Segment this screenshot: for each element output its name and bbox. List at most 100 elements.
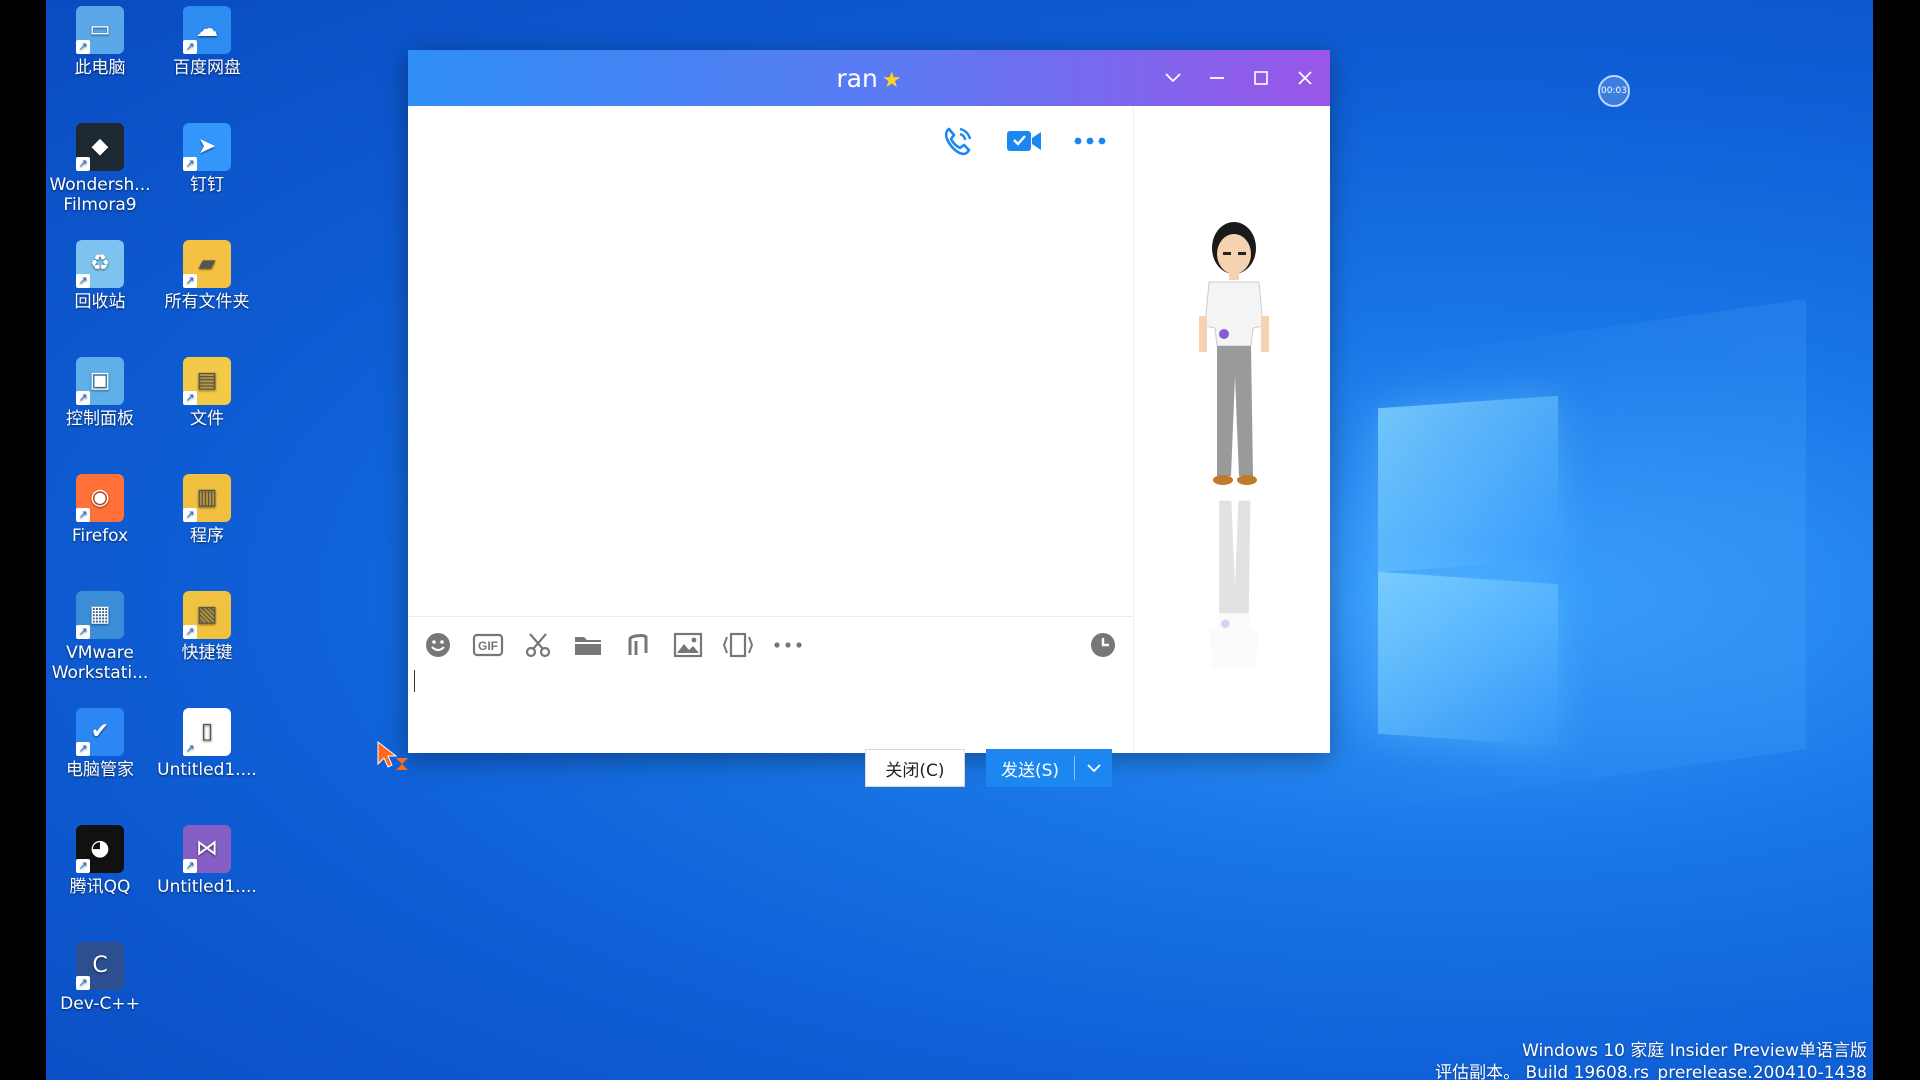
- chat-window: ran ★ GIF 关闭(C) 发送(S): [408, 50, 1331, 787]
- send-options-button[interactable]: [1075, 763, 1112, 773]
- chevron-down-icon: [1165, 73, 1181, 83]
- desktop-icon[interactable]: ▰ ↗ 所有文件夹: [153, 240, 261, 312]
- desktop-icon[interactable]: ♻ ↗ 回收站: [46, 240, 154, 312]
- desktop-icon[interactable]: ◉ ↗ Firefox: [46, 474, 154, 546]
- windows-logo-pane-bottom: [1378, 571, 1558, 747]
- vmware-icon: ▦ ↗: [76, 591, 124, 639]
- screen-capture-button[interactable]: [720, 628, 756, 662]
- more-options-button[interactable]: [1071, 124, 1109, 158]
- voice-call-icon: [944, 127, 972, 156]
- windows-watermark: Windows 10 家庭 Insider Preview单语言版 评估副本。 …: [1435, 1040, 1867, 1080]
- desktop-icon-label: 钉钉: [190, 175, 224, 195]
- input-toolbar: GIF: [420, 628, 806, 662]
- desktop-icon-label: VMware Workstati...: [51, 643, 149, 683]
- gif-button[interactable]: GIF: [470, 628, 506, 662]
- desktop-icon[interactable]: ➤ ↗ 钉钉: [153, 123, 261, 195]
- watermark-line2: 评估副本。 Build 19608.rs_prerelease.200410-1…: [1435, 1063, 1867, 1080]
- call-tools: [939, 124, 1109, 158]
- chat-title: ran ★: [408, 64, 1330, 93]
- desktop-icon-label: 程序: [190, 526, 224, 546]
- screen-capture-icon: [722, 632, 754, 658]
- shortcut-arrow-icon: ↗: [183, 742, 197, 756]
- close-icon: [1298, 71, 1312, 85]
- maximize-icon: [1254, 71, 1268, 85]
- gif-icon: GIF: [472, 633, 504, 657]
- image-icon: [673, 632, 703, 658]
- desktop-icon[interactable]: ▥ ↗ 程序: [153, 474, 261, 546]
- message-input[interactable]: [410, 666, 1124, 718]
- desktop-icon[interactable]: ▣ ↗ 控制面板: [46, 357, 154, 429]
- watermark-line1: Windows 10 家庭 Insider Preview单语言版: [1522, 1041, 1867, 1061]
- pc-manager-icon: ✔ ↗: [76, 708, 124, 756]
- desktop-icon[interactable]: ☁ ↗ 百度网盘: [153, 6, 261, 78]
- contact-name: ran: [836, 64, 878, 93]
- close-button[interactable]: 关闭(C): [865, 749, 965, 787]
- shortcut-arrow-icon: ↗: [76, 625, 90, 639]
- shortcut-arrow-icon: ↗: [76, 40, 90, 54]
- file-icon: ▤ ↗: [183, 357, 231, 405]
- emoji-icon: [426, 633, 450, 657]
- desktop-icon-label: Untitled1....: [157, 760, 257, 780]
- baidu-netdisk-icon: ☁ ↗: [183, 6, 231, 54]
- video-call-button[interactable]: [1005, 124, 1043, 158]
- desktop-icon[interactable]: C ↗ Dev-C++: [46, 942, 154, 1014]
- history-button[interactable]: [1089, 631, 1119, 661]
- busy-cursor-icon: [377, 740, 408, 770]
- visual-studio-icon: ⋈ ↗: [183, 825, 231, 873]
- document-icon: ▯ ↗: [183, 708, 231, 756]
- screen-recorder-timer[interactable]: 00:03: [1598, 75, 1630, 107]
- avatar-panel: [1133, 106, 1331, 753]
- more-icon: [1074, 137, 1106, 145]
- desktop-icon-label: 文件: [190, 409, 224, 429]
- message-area[interactable]: [408, 106, 1133, 617]
- chat-main: GIF 关闭(C) 发送(S): [408, 106, 1133, 787]
- music-note-icon: [628, 634, 648, 655]
- desktop-icon[interactable]: ▦ ↗ VMware Workstati...: [46, 591, 154, 683]
- desktop-icon[interactable]: ⋈ ↗ Untitled1....: [153, 825, 261, 897]
- shortcut-arrow-icon: ↗: [76, 859, 90, 873]
- music-button[interactable]: [620, 628, 656, 662]
- star-icon: ★: [881, 68, 902, 93]
- chevron-down-icon: [1086, 764, 1101, 773]
- shortcut-arrow-icon: ↗: [183, 859, 197, 873]
- send-file-button[interactable]: [570, 628, 606, 662]
- video-call-icon: [1007, 131, 1041, 151]
- more-icon: [774, 642, 802, 648]
- devcpp-icon: C ↗: [76, 942, 124, 990]
- desktop-icon-label: Wondersh... Filmora9: [49, 175, 151, 215]
- collapse-button[interactable]: [1156, 62, 1190, 94]
- desktop-icon[interactable]: ▧ ↗ 快捷键: [153, 591, 261, 663]
- desktop-icon-label: 控制面板: [66, 409, 134, 429]
- desktop-icon[interactable]: ▭ ↗ 此电脑: [46, 6, 154, 78]
- computer-icon: ▭ ↗: [76, 6, 124, 54]
- minimize-button[interactable]: [1200, 62, 1234, 94]
- chat-titlebar[interactable]: ran ★: [408, 50, 1330, 106]
- close-window-button[interactable]: [1288, 62, 1322, 94]
- desktop-icon-label: 所有文件夹: [164, 292, 250, 312]
- desktop-icon-label: 百度网盘: [173, 58, 241, 78]
- more-tools-button[interactable]: [770, 628, 806, 662]
- folder-icon: ▰ ↗: [183, 240, 231, 288]
- clock-icon: [1091, 633, 1115, 657]
- recycle-bin-icon: ♻ ↗: [76, 240, 124, 288]
- send-button[interactable]: 发送(S): [986, 749, 1112, 787]
- image-button[interactable]: [670, 628, 706, 662]
- desktop-icon[interactable]: ◆ ↗ Wondersh... Filmora9: [46, 123, 154, 215]
- shortcut-folder-icon: ▧ ↗: [183, 591, 231, 639]
- maximize-button[interactable]: [1244, 62, 1278, 94]
- desktop-icon-label: 此电脑: [74, 58, 126, 78]
- emoji-button[interactable]: [420, 628, 456, 662]
- desktop-icon[interactable]: ▯ ↗ Untitled1....: [153, 708, 261, 780]
- windows-logo-pane-top: [1378, 395, 1558, 573]
- send-label: 发送(S): [1000, 760, 1060, 781]
- screenshot-scissors-icon: [525, 633, 551, 658]
- desktop-icon[interactable]: ▤ ↗ 文件: [153, 357, 261, 429]
- program-icon: ▥ ↗: [183, 474, 231, 522]
- voice-call-button[interactable]: [939, 124, 977, 158]
- desktop-icon[interactable]: ✔ ↗ 电脑管家: [46, 708, 154, 780]
- desktop-icon[interactable]: ◕ ↗ 腾讯QQ: [46, 825, 154, 897]
- screenshot-button[interactable]: [520, 628, 556, 662]
- desktop-icon-label: 电脑管家: [66, 760, 134, 780]
- desktop-icon-label: Dev-C++: [60, 994, 140, 1014]
- firefox-icon: ◉ ↗: [76, 474, 124, 522]
